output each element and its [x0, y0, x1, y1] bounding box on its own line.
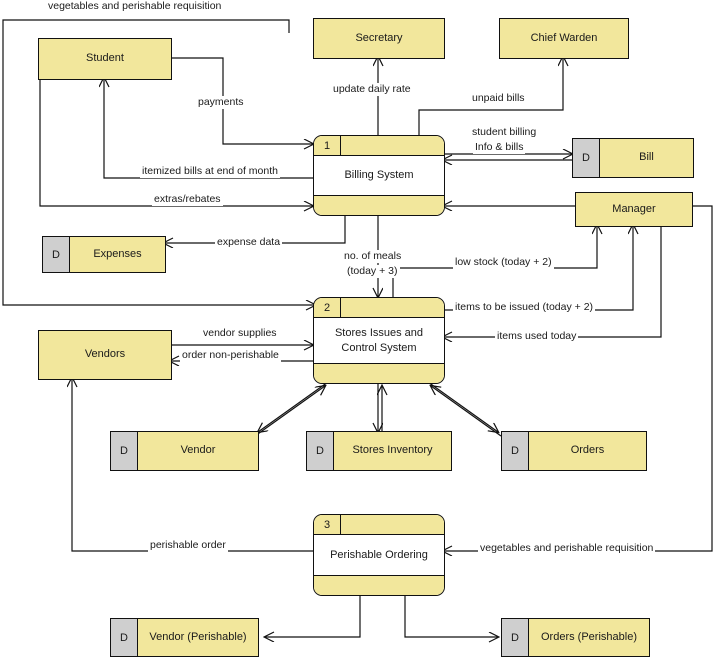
flow-label-perishable-order: perishable order: [148, 539, 228, 553]
process-header-fill: [341, 298, 444, 317]
process-billing-system[interactable]: 1 Billing System: [313, 135, 445, 216]
store-tag: D: [502, 619, 529, 656]
process-header-fill: [341, 136, 444, 155]
data-store-vendor-perishable[interactable]: D Vendor (Perishable): [110, 618, 259, 657]
data-store-vendor[interactable]: D Vendor: [110, 431, 259, 471]
process-footer: [314, 575, 444, 595]
process-header-fill: [341, 515, 444, 534]
external-entity-secretary[interactable]: Secretary: [313, 18, 445, 59]
external-entity-vendors[interactable]: Vendors: [38, 330, 172, 380]
data-store-orders[interactable]: D Orders: [501, 431, 647, 471]
process-footer: [314, 195, 444, 215]
entity-label: Manager: [612, 202, 656, 215]
store-label: Orders (Perishable): [541, 630, 637, 643]
process-header: 2: [314, 298, 444, 318]
flow-label-vegetables-perishable-requisition-top: vegetables and perishable requisition: [46, 0, 224, 14]
flow-label-items-to-be-issued: items to be issued (today + 2): [453, 301, 596, 315]
data-store-orders-perishable[interactable]: D Orders (Perishable): [501, 618, 650, 657]
process-perishable-ordering[interactable]: 3 Perishable Ordering: [313, 514, 445, 596]
entity-label: Vendors: [84, 348, 126, 361]
flow-label-payments: payments: [196, 96, 246, 110]
flow-label-items-used-today: items used today: [495, 330, 579, 344]
flow-label-student-billing-info-bills-line1: student billing: [470, 126, 539, 140]
data-store-stores-inventory[interactable]: D Stores Inventory: [306, 431, 452, 471]
flow-label-vegetables-perishable-requisition-bottom: vegetables and perishable requisition: [478, 542, 656, 556]
external-entity-student[interactable]: Student: [38, 38, 172, 80]
flow-label-order-non-perishable: order non-perishable: [180, 349, 281, 363]
flow-label-extras-rebates: extras/rebates: [152, 193, 223, 207]
flow-label-expense-data: expense data: [215, 236, 283, 250]
flow-label-vendor-supplies: vendor supplies: [201, 327, 279, 341]
store-tag: D: [111, 432, 138, 470]
process-label: Perishable Ordering: [314, 535, 444, 575]
process-label: Billing System: [314, 156, 444, 195]
store-label: Vendor (Perishable): [149, 630, 247, 643]
store-label: Orders: [570, 444, 605, 457]
dfd-canvas: Student Secretary Chief Warden Manager V…: [0, 0, 715, 657]
process-header: 3: [314, 515, 444, 535]
store-tag: D: [573, 139, 600, 177]
process-stores-issues-and-control-system[interactable]: 2 Stores Issues and Control System: [313, 297, 445, 384]
process-footer: [314, 363, 444, 383]
data-store-bill[interactable]: D Bill: [572, 138, 694, 178]
store-label: Stores Inventory: [352, 444, 433, 457]
store-tag: D: [111, 619, 138, 656]
process-number: 2: [314, 298, 341, 317]
entity-label: Chief Warden: [530, 31, 598, 44]
flow-label-update-daily-rate: update daily rate: [331, 83, 413, 97]
process-label: Stores Issues and Control System: [314, 318, 444, 363]
store-label: Bill: [639, 151, 654, 164]
external-entity-chief-warden[interactable]: Chief Warden: [499, 18, 629, 59]
store-tag: D: [307, 432, 334, 470]
flow-label-no-of-meals-line2: (today + 3): [345, 265, 400, 279]
flow-label-no-of-meals-line1: no. of meals: [342, 250, 404, 264]
flow-label-unpaid-bills: unpaid bills: [470, 92, 527, 106]
flow-label-itemized-bills-at-end-of-month: itemized bills at end of month: [140, 165, 280, 179]
entity-label: Secretary: [355, 31, 403, 44]
store-label: Expenses: [93, 247, 142, 260]
process-number: 3: [314, 515, 341, 534]
process-number: 1: [314, 136, 341, 155]
entity-label: Student: [86, 52, 124, 65]
store-tag: D: [502, 432, 529, 470]
flow-label-low-stock: low stock (today + 2): [453, 256, 554, 270]
flow-label-student-billing-info-bills-line2: Info & bills: [473, 141, 526, 155]
data-store-expenses[interactable]: D Expenses: [42, 236, 166, 273]
external-entity-manager[interactable]: Manager: [575, 192, 693, 227]
store-tag: D: [43, 237, 70, 272]
store-label: Vendor: [180, 444, 216, 457]
process-header: 1: [314, 136, 444, 156]
